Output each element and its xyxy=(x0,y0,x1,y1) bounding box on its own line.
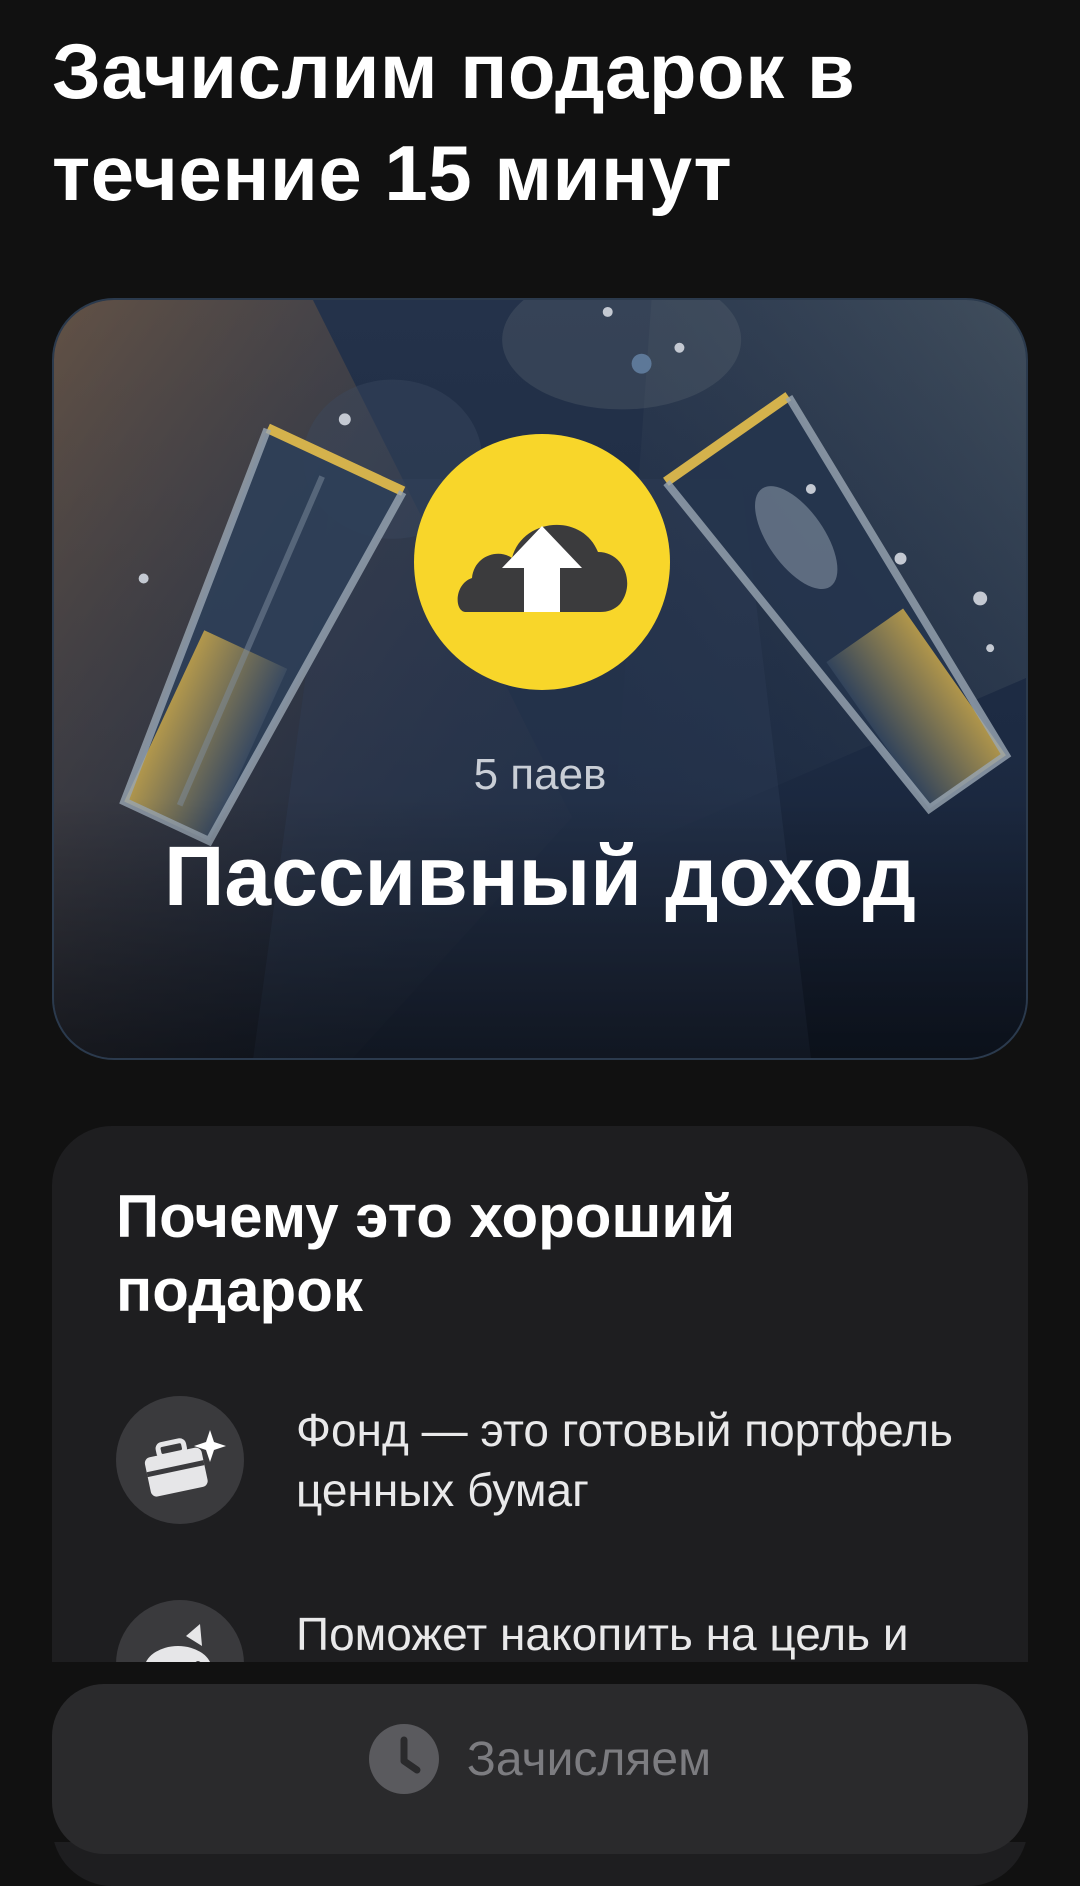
hero-subtitle: 5 паев xyxy=(473,750,607,799)
briefcase-sparkle-icon xyxy=(116,1396,244,1524)
feature-text: Фонд — это готовый портфель ценных бумаг xyxy=(296,1404,954,1516)
crediting-status-button[interactable]: Зачисляем xyxy=(52,1684,1028,1854)
cloud-up-arrow-icon xyxy=(414,434,670,690)
clock-icon xyxy=(368,1724,439,1794)
hero-title: Пассивный доход xyxy=(164,829,916,923)
status-label: Зачисляем xyxy=(466,1732,712,1786)
section-heading: Почему это хороший подарок xyxy=(116,1183,736,1324)
status-content: Зачисляем xyxy=(52,1684,1028,1834)
feature-item: Фонд — это готовый портфель ценных бумаг xyxy=(116,1396,996,1526)
gift-fund-card: 5 паев Пассивный доход xyxy=(52,298,1028,1060)
page-title: Зачислим подарок в течение 15 минут xyxy=(52,27,856,217)
